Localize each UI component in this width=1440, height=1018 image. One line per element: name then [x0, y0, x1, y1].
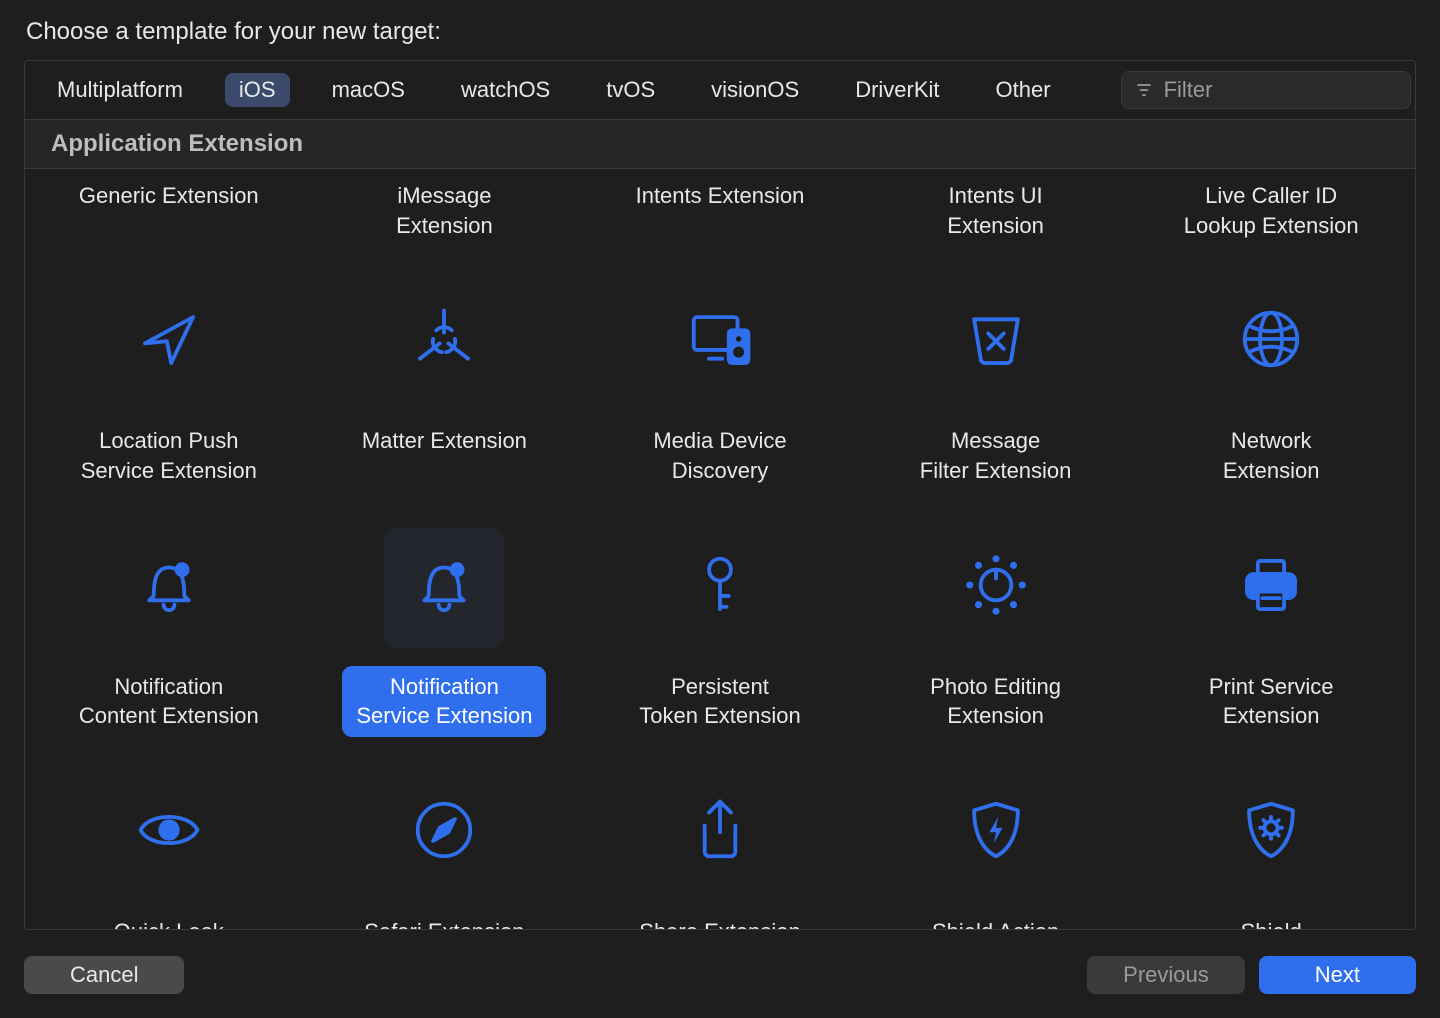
template-grid: Generic Extension iMessageExtension Inte… — [31, 175, 1409, 929]
template-label: Shield ActionExtension — [918, 911, 1073, 929]
template-frame: Multiplatform iOS macOS watchOS tvOS vis… — [24, 60, 1416, 930]
template-label: Media DeviceDiscovery — [639, 420, 800, 491]
eye-icon — [134, 795, 204, 871]
previous-button[interactable]: Previous — [1087, 956, 1245, 994]
template-share-extension[interactable]: Share Extension — [582, 763, 858, 929]
template-intents-extension[interactable]: Intents Extension — [582, 175, 858, 272]
filter-icon — [1134, 80, 1154, 100]
printer-icon — [1236, 550, 1306, 626]
tab-other[interactable]: Other — [982, 73, 1065, 107]
brightness-dial-icon — [961, 550, 1031, 626]
template-label: iMessageExtension — [382, 175, 507, 246]
trash-x-icon — [961, 304, 1031, 380]
tab-tvos[interactable]: tvOS — [592, 73, 669, 107]
template-notification-content-extension[interactable]: NotificationContent Extension — [31, 518, 307, 763]
tab-ios[interactable]: iOS — [225, 73, 290, 107]
template-label: Print ServiceExtension — [1195, 666, 1348, 737]
location-arrow-icon — [134, 304, 204, 380]
template-matter-extension[interactable]: Matter Extension — [307, 272, 583, 517]
template-label: Live Caller IDLookup Extension — [1170, 175, 1373, 246]
tab-driverkit[interactable]: DriverKit — [841, 73, 953, 107]
template-location-push-service-extension[interactable]: Location PushService Extension — [31, 272, 307, 517]
tab-watchos[interactable]: watchOS — [447, 73, 564, 107]
template-notification-service-extension[interactable]: NotificationService Extension — [307, 518, 583, 763]
template-intents-ui-extension[interactable]: Intents UIExtension — [858, 175, 1134, 272]
template-label: NotificationContent Extension — [65, 666, 273, 737]
template-label: Generic Extension — [65, 175, 273, 217]
media-device-icon — [685, 304, 755, 380]
template-label: Safari Extension — [350, 911, 538, 929]
template-print-service-extension[interactable]: Print ServiceExtension — [1133, 518, 1409, 763]
share-icon — [685, 795, 755, 871]
section-header-application-extension: Application Extension — [25, 120, 1415, 169]
template-photo-editing-extension[interactable]: Photo EditingExtension — [858, 518, 1134, 763]
template-label: PersistentToken Extension — [625, 666, 814, 737]
new-target-template-sheet: Choose a template for your new target: M… — [0, 0, 1440, 1018]
template-persistent-token-extension[interactable]: PersistentToken Extension — [582, 518, 858, 763]
template-generic-extension[interactable]: Generic Extension — [31, 175, 307, 272]
template-label: Location PushService Extension — [67, 420, 271, 491]
tab-macos[interactable]: macOS — [318, 73, 419, 107]
template-message-filter-extension[interactable]: MessageFilter Extension — [858, 272, 1134, 517]
filter-field[interactable] — [1121, 71, 1411, 109]
template-network-extension[interactable]: NetworkExtension — [1133, 272, 1409, 517]
template-label: Quick LookPreview Extension — [64, 911, 273, 929]
tab-visionos[interactable]: visionOS — [697, 73, 813, 107]
sheet-footer: Cancel Previous Next — [24, 930, 1416, 994]
filter-input[interactable] — [1162, 76, 1416, 104]
template-label: NotificationService Extension — [342, 666, 546, 737]
template-label: MessageFilter Extension — [906, 420, 1086, 491]
cancel-button[interactable]: Cancel — [24, 956, 184, 994]
globe-icon — [1236, 304, 1306, 380]
key-icon — [685, 550, 755, 626]
sheet-title: Choose a template for your new target: — [26, 18, 1416, 46]
tab-multiplatform[interactable]: Multiplatform — [43, 73, 197, 107]
platform-tabbar: Multiplatform iOS macOS watchOS tvOS vis… — [25, 61, 1415, 120]
template-label: ShieldConfiguration — [1192, 911, 1351, 929]
matter-icon — [409, 304, 479, 380]
template-label: Photo EditingExtension — [916, 666, 1075, 737]
shield-gear-icon — [1236, 795, 1306, 871]
compass-icon — [409, 795, 479, 871]
template-grid-scroll[interactable]: Generic Extension iMessageExtension Inte… — [25, 169, 1415, 929]
bell-icon — [134, 550, 204, 626]
template-label: Matter Extension — [348, 420, 541, 462]
template-media-device-discovery[interactable]: Media DeviceDiscovery — [582, 272, 858, 517]
template-safari-extension[interactable]: Safari Extension — [307, 763, 583, 929]
template-label: Intents UIExtension — [933, 175, 1058, 246]
template-shield-action-extension[interactable]: Shield ActionExtension — [858, 763, 1134, 929]
template-live-caller-id-lookup-extension[interactable]: Live Caller IDLookup Extension — [1133, 175, 1409, 272]
template-label: Intents Extension — [622, 175, 819, 217]
shield-bolt-icon — [961, 795, 1031, 871]
template-quick-look-preview-extension[interactable]: Quick LookPreview Extension — [31, 763, 307, 929]
bell-icon — [409, 550, 479, 626]
template-imessage-extension[interactable]: iMessageExtension — [307, 175, 583, 272]
next-button[interactable]: Next — [1259, 956, 1416, 994]
template-shield-configuration[interactable]: ShieldConfiguration — [1133, 763, 1409, 929]
template-label: NetworkExtension — [1209, 420, 1334, 491]
template-label: Share Extension — [625, 911, 814, 929]
